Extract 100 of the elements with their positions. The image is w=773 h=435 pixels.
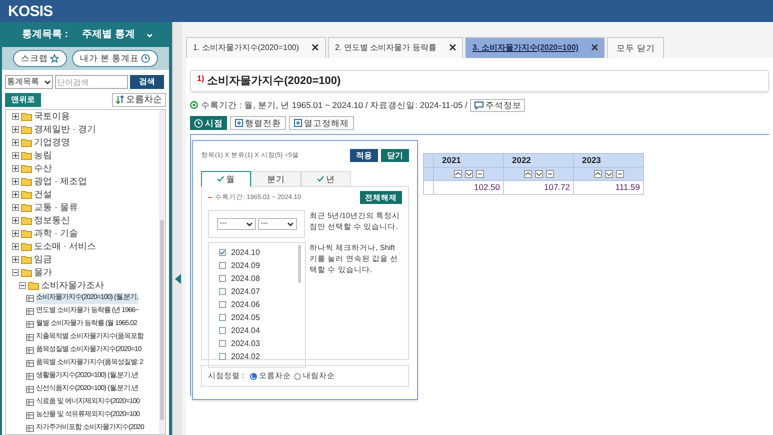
toolbar-button[interactable]: 열고정해제 <box>289 116 354 130</box>
expand-icon[interactable] <box>12 126 19 133</box>
tree-item[interactable]: 경제일반 · 경기 <box>34 122 96 136</box>
table-icon <box>26 360 34 367</box>
table-icon <box>26 321 34 328</box>
clock-icon <box>140 54 150 63</box>
expand-icon[interactable] <box>12 152 19 159</box>
table-icon <box>26 386 34 393</box>
top-button[interactable]: 맨위로 <box>5 92 41 106</box>
period-label: 2024.08 <box>231 272 260 284</box>
footnote-mark: 1) <box>197 73 204 85</box>
period-info: 수록기간 : 월, 분기, 년 1965.01 ~ 2024.10 / 자료갱신일: 2024-11-05 / <box>201 98 468 112</box>
check-icon <box>317 176 324 182</box>
expand-icon[interactable] <box>12 217 19 224</box>
folder-icon <box>21 255 32 264</box>
sort-control-icon[interactable] <box>604 170 612 178</box>
expand-icon[interactable] <box>12 243 19 250</box>
sort-control-icon[interactable] <box>616 170 624 178</box>
tree-item[interactable]: 수산 <box>34 162 52 176</box>
period-label: 2024.10 <box>231 246 260 258</box>
folder-icon <box>21 125 32 134</box>
close-button[interactable]: ✕ <box>590 40 598 56</box>
tree-item[interactable]: 국토이용 <box>34 110 70 124</box>
sort-control-icon[interactable] <box>464 170 472 178</box>
sort-button[interactable]: 오름차순 <box>112 92 166 106</box>
checkbox[interactable] <box>219 301 226 308</box>
sort-control-icon[interactable] <box>534 170 542 178</box>
expand-icon[interactable] <box>12 230 19 237</box>
tree-item[interactable]: 임금 <box>34 252 52 266</box>
scope-select[interactable]: 통계목록 <box>5 75 53 89</box>
expand-icon[interactable] <box>12 191 19 198</box>
period-tab[interactable]: 월 <box>201 171 251 187</box>
close-button[interactable]: ✕ <box>448 40 456 56</box>
pill-button[interactable]: 스크랩 <box>13 50 68 67</box>
radio-button[interactable] <box>250 372 258 380</box>
apply-button[interactable]: 적용 <box>350 149 378 162</box>
checkbox[interactable] <box>219 275 226 282</box>
search-field[interactable]: 단어검색 <box>55 75 128 89</box>
period-tab[interactable]: 분기 <box>251 171 301 187</box>
toolbar-icon <box>235 119 243 127</box>
expand-icon[interactable] <box>12 178 19 185</box>
checkbox[interactable] <box>219 340 226 347</box>
expand-icon[interactable] <box>12 204 19 211</box>
pill-button[interactable]: 내가 본 통계표 <box>72 50 158 67</box>
expand-icon[interactable] <box>12 113 19 120</box>
tab[interactable]: 1. 소비자물가지수(2020=100) ✕ <box>186 37 326 58</box>
toolbar-button[interactable]: 행렬전환 <box>230 116 286 130</box>
sort-control-icon[interactable] <box>546 170 554 178</box>
checkbox[interactable] <box>219 288 226 295</box>
sort-control-icon[interactable] <box>524 170 532 178</box>
period-tab[interactable]: 년 <box>301 171 351 187</box>
tree-item[interactable]: 광업 · 제조업 <box>34 174 87 188</box>
tree-item[interactable]: 교통 · 물류 <box>34 200 78 214</box>
tree-item[interactable]: 건설 <box>34 188 52 202</box>
period-label: 2024.05 <box>231 312 260 324</box>
tab[interactable]: 2. 연도별 소비자물가 등락률 ✕ <box>328 37 464 58</box>
folder-icon <box>21 229 32 238</box>
checkbox[interactable] <box>219 262 226 269</box>
checkbox[interactable] <box>219 327 226 334</box>
table-icon <box>26 308 34 315</box>
tree-item[interactable]: 도소매 · 서비스 <box>34 240 96 254</box>
logo[interactable]: KOSIS <box>8 4 53 18</box>
comment-icon <box>474 100 484 110</box>
expand-icon[interactable] <box>12 165 19 172</box>
close-button[interactable]: ✕ <box>311 40 320 56</box>
expand-icon[interactable] <box>12 256 19 263</box>
radio-button[interactable] <box>294 372 302 380</box>
footnote-button[interactable]: 주석정보 <box>470 98 526 112</box>
tree-item[interactable]: 물가 <box>34 266 52 280</box>
tab[interactable]: 3. 소비자물가지수(2020=100) ✕ <box>465 37 606 58</box>
column-header: 2021 <box>434 154 504 168</box>
folder-icon <box>21 242 32 251</box>
checkbox[interactable] <box>219 249 226 256</box>
checkbox[interactable] <box>219 353 226 360</box>
table-icon <box>26 347 34 354</box>
collapse-icon[interactable] <box>19 282 26 289</box>
tree-item[interactable]: 농림 <box>34 148 52 162</box>
tree-item[interactable]: 정보통신 <box>34 214 70 228</box>
tree-item[interactable]: 과학 · 기술 <box>34 226 78 240</box>
close-button[interactable]: 닫기 <box>381 149 409 162</box>
sort-control-icon[interactable] <box>454 170 462 178</box>
collapse-icon[interactable] <box>12 269 19 276</box>
chevron-icon <box>286 222 294 226</box>
tree-item[interactable]: 기업경영 <box>34 136 70 150</box>
column-header: 2023 <box>574 154 644 168</box>
table-icon <box>26 295 34 302</box>
table-cell: 107.72 <box>504 180 574 194</box>
period-label: 2024.06 <box>231 298 260 310</box>
expand-icon[interactable] <box>12 139 19 146</box>
tree-item[interactable]: 소비자물가조사 <box>41 278 104 292</box>
category-dropdown[interactable]: 주제별 통계 ⌄ <box>82 26 154 43</box>
close-all-tab[interactable]: 모두 닫기 <box>607 37 664 58</box>
collapse-arrow-icon[interactable] <box>174 274 180 284</box>
folder-icon <box>28 281 39 290</box>
search-button[interactable]: 검색 <box>130 75 164 89</box>
toolbar-button[interactable]: 시점 <box>190 116 227 130</box>
checkbox[interactable] <box>219 314 226 321</box>
star-icon <box>50 54 60 63</box>
sort-control-icon[interactable] <box>476 170 484 178</box>
sort-control-icon[interactable] <box>594 170 602 178</box>
